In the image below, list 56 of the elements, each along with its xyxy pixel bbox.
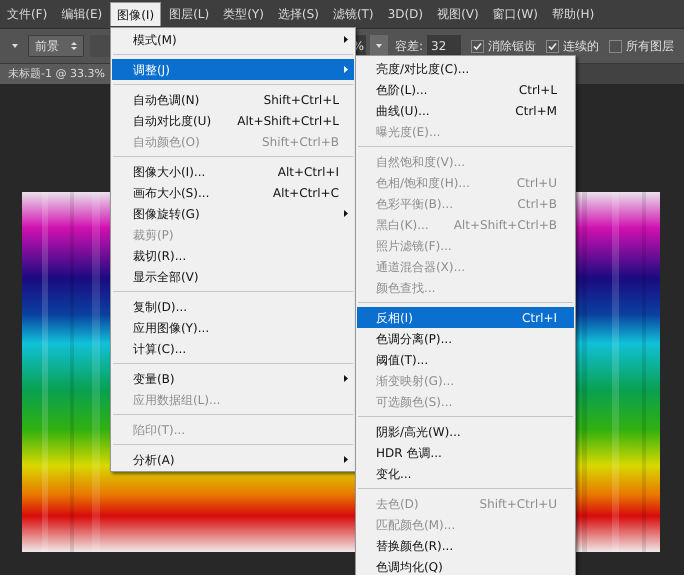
- menu-item[interactable]: 分析(A): [112, 449, 354, 470]
- menu-bar-item[interactable]: 帮助(H): [546, 2, 600, 26]
- checkbox-label: 连续的: [563, 38, 600, 55]
- menu-item[interactable]: 替换颜色(R)...: [357, 535, 574, 556]
- dropdown-button[interactable]: [370, 35, 388, 57]
- submenu-arrow-icon: [344, 66, 348, 73]
- preset-dropdown[interactable]: 前景: [28, 35, 84, 57]
- submenu-arrow-icon: [344, 456, 348, 463]
- menu-bar-item[interactable]: 文件(F): [1, 2, 54, 26]
- caret-icon[interactable]: [11, 44, 19, 48]
- menu-item[interactable]: 曲线(U)... Ctrl+M: [357, 100, 574, 121]
- menu-bar-item[interactable]: 窗口(W): [486, 2, 544, 26]
- submenu-arrow-icon: [344, 375, 348, 382]
- menu-bar-item[interactable]: 编辑(E): [55, 2, 108, 26]
- tolerance-field[interactable]: 32: [427, 35, 462, 57]
- caret-icon: [375, 44, 383, 48]
- menu-bar-item[interactable]: 3D(D): [382, 2, 430, 26]
- menu-item[interactable]: 亮度/对比度(C)...: [357, 58, 574, 79]
- menu-item[interactable]: 阴影/高光(W)...: [357, 421, 574, 442]
- menu-item[interactable]: HDR 色调...: [357, 442, 574, 463]
- submenu-arrow-icon: [344, 36, 348, 43]
- menu-item[interactable]: 变化...: [357, 463, 574, 484]
- menu-item[interactable]: 色调分离(P)...: [357, 328, 574, 349]
- menu-item[interactable]: 模式(M): [112, 29, 354, 50]
- menu-item[interactable]: 阈值(T)...: [357, 349, 574, 370]
- menu-item[interactable]: 反相(I) Ctrl+I: [357, 307, 574, 328]
- menu-item[interactable]: 裁切(R)...: [112, 245, 354, 266]
- menu-bar-item[interactable]: 视图(V): [431, 2, 485, 26]
- menu-item[interactable]: 调整(J): [112, 59, 354, 80]
- updown-icon: [71, 41, 77, 51]
- menu-item[interactable]: 应用图像(Y)...: [112, 317, 354, 338]
- dropdown-value: 前景: [35, 38, 59, 55]
- checkbox-label: 所有图层: [626, 38, 674, 55]
- menu-bar-item[interactable]: 滤镜(T): [326, 2, 380, 26]
- menu-item[interactable]: 图像大小(I)... Alt+Ctrl+I: [112, 161, 354, 182]
- menu-bar-item[interactable]: 选择(S): [272, 2, 325, 26]
- menu-bar-item[interactable]: 图层(L): [163, 2, 216, 26]
- checkbox[interactable]: [471, 40, 484, 52]
- checkbox-label: 消除锯齿: [488, 38, 536, 55]
- menu-item[interactable]: 色阶(L)... Ctrl+L: [357, 79, 574, 100]
- checkbox[interactable]: [546, 40, 560, 52]
- submenu-arrow-icon: [344, 210, 348, 217]
- menu-item[interactable]: 色调均化(Q): [357, 556, 574, 575]
- document-tab[interactable]: 未标题-1 @ 33.3%: [0, 64, 113, 84]
- menu-bar-item[interactable]: 类型(Y): [217, 2, 270, 26]
- menu-bar-item[interactable]: 图像(I): [110, 2, 162, 26]
- checkbox[interactable]: [609, 40, 622, 52]
- menu-item[interactable]: 变量(B): [112, 368, 354, 389]
- menu-item[interactable]: 图像旋转(G): [112, 203, 354, 224]
- menu-item[interactable]: 显示全部(V): [112, 266, 354, 287]
- tolerance-label: 容差:: [395, 38, 424, 55]
- menu-item[interactable]: 复制(D)...: [112, 296, 354, 317]
- menu-item[interactable]: 自动对比度(U) Alt+Shift+Ctrl+L: [112, 110, 354, 131]
- menu-item[interactable]: 计算(C)...: [112, 338, 354, 359]
- menu-item[interactable]: 自动色调(N) Shift+Ctrl+L: [112, 89, 354, 110]
- menu-item[interactable]: 画布大小(S)... Alt+Ctrl+C: [112, 182, 354, 203]
